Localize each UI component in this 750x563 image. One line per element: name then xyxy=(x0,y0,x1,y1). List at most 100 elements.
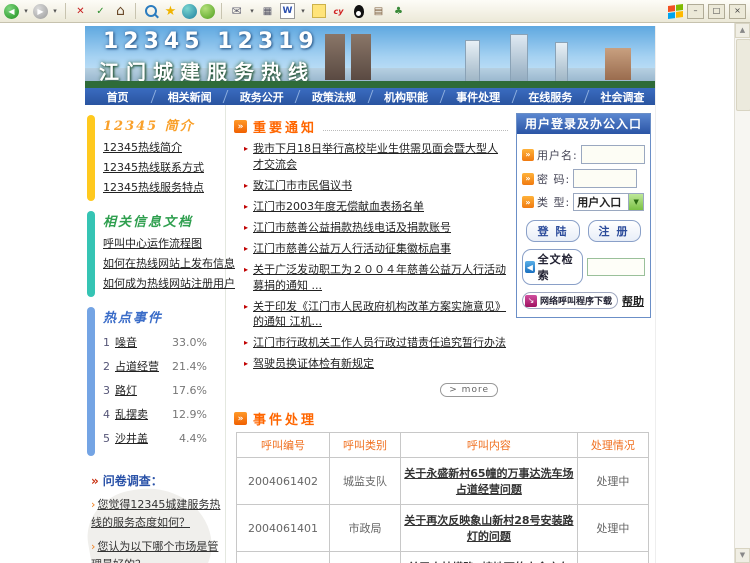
nav-item-policy[interactable]: 政策法规 xyxy=(301,88,366,105)
row-arrow-icon: » xyxy=(522,173,534,185)
scrollbar-thumb[interactable] xyxy=(736,39,750,111)
table-header-row: 呼叫编号 呼叫类别 呼叫内容 处理情况 xyxy=(237,433,649,458)
misc-plugin-icon[interactable]: ♣ xyxy=(390,3,407,20)
section-title: 热点事件 xyxy=(103,307,221,326)
survey-question-link[interactable]: ›您认为以下哪个市场是管理最好的？ xyxy=(91,538,221,563)
page-viewport: ▲ ▼ 12345 12319 江门城建服务热线 首页 相关新闻 xyxy=(0,23,750,563)
scroll-up-icon[interactable]: ▲ xyxy=(735,23,750,38)
notice-link[interactable]: 江门市慈善公益捐款热线电话及捐款账号 xyxy=(253,220,451,236)
favorites-icon[interactable]: ★ xyxy=(162,3,179,20)
fulltext-search-button[interactable]: ◀ 全文检索 xyxy=(522,249,583,285)
vertical-scrollbar[interactable]: ▲ ▼ xyxy=(734,23,750,563)
edit-dropdown-icon[interactable]: ▾ xyxy=(299,3,307,20)
stop-icon[interactable]: ✕ xyxy=(72,3,89,20)
type-label: 类 型: xyxy=(537,194,570,210)
back-icon[interactable]: ◀ xyxy=(4,4,19,19)
site-title: 江门城建服务热线 xyxy=(99,56,315,85)
nav-separator xyxy=(439,88,446,105)
notice-link[interactable]: 江门市行政机关工作人员行政过错责任追究暂行办法 xyxy=(253,335,506,351)
chevron-down-icon[interactable]: ▼ xyxy=(628,194,643,210)
nav-item-news[interactable]: 相关新闻 xyxy=(157,88,222,105)
sidebar-link-flowchart[interactable]: 呼叫中心运作流程图 xyxy=(103,235,221,251)
hotline-numbers: 12345 12319 xyxy=(103,29,319,54)
section-title: 12345 简介 xyxy=(103,115,221,134)
nav-item-home[interactable]: 首页 xyxy=(85,88,150,105)
browser-toolbar: ◀ ▾ ▶ ▾ ✕ ✓ ⌂ ★ ✉ ▾ ▦ W ▾ cy ▤ ♣ – □ × xyxy=(0,0,750,23)
history-icon[interactable] xyxy=(200,4,215,19)
sidebar-link-features[interactable]: 12345热线服务特点 xyxy=(103,179,221,195)
table-row: 2004061402 城监支队 关于永盛新村65幢的万事达洗车场占道经营问题 处… xyxy=(237,458,649,505)
survey-question-link[interactable]: ›您觉得12345城建服务热线的服务态度如何？ xyxy=(91,496,221,531)
mail-icon[interactable]: ✉ xyxy=(228,3,245,20)
minimize-button[interactable]: – xyxy=(687,4,704,19)
page-content: 12345 12319 江门城建服务热线 首页 相关新闻 政务公开 政策法规 机… xyxy=(85,26,656,563)
notice-link[interactable]: 驾驶员换证体检有新规定 xyxy=(253,356,374,372)
sidebar-link-publish[interactable]: 如何在热线网站上发布信息 xyxy=(103,255,221,271)
notice-link[interactable]: 关于印发《江门市人民政府机构改革方案实施意见》的通知 江机... xyxy=(253,299,508,331)
event-link[interactable]: 关于永盛新村65幢的万事达洗车场占道经营问题 xyxy=(404,467,573,496)
hot-event-link[interactable]: 占道经营 xyxy=(115,358,159,374)
sticky-note-icon[interactable] xyxy=(310,3,327,20)
fulltext-search-input[interactable] xyxy=(587,258,645,276)
call-type: 城监支队 xyxy=(330,552,401,563)
edit-word-icon[interactable]: W xyxy=(279,3,296,20)
notice-item: ▸江门市慈善公益万人行活动征集徽标启事 xyxy=(244,241,508,257)
nav-item-gov-open[interactable]: 政务公开 xyxy=(229,88,294,105)
events-table: 呼叫编号 呼叫类别 呼叫内容 处理情况 2004061402 城监支队 关于永盛… xyxy=(236,432,649,563)
notice-link[interactable]: 江门市2003年度无偿献血表扬名单 xyxy=(253,199,424,215)
notice-item: ▸ 关于印发《江门市人民政府机构改革方案实施意见》的通知 江机... xyxy=(244,299,508,331)
refresh-icon[interactable]: ✓ xyxy=(92,3,109,20)
user-type-select[interactable]: 用户入口 ▼ xyxy=(573,193,644,211)
sidebar-link-contact[interactable]: 12345热线联系方式 xyxy=(103,159,221,175)
sidebar-link-register[interactable]: 如何成为热线网站注册用户 xyxy=(103,275,221,291)
notice-link[interactable]: 江门市慈善公益万人行活动征集徽标启事 xyxy=(253,241,451,257)
media-icon[interactable] xyxy=(182,4,197,19)
qq-icon[interactable] xyxy=(350,3,367,20)
hot-event-link[interactable]: 噪音 xyxy=(115,334,137,350)
col-call-id: 呼叫编号 xyxy=(237,433,330,458)
cy-plugin-icon[interactable]: cy xyxy=(330,3,347,20)
event-link[interactable]: 关于再次反映象山新村28号安装路灯的问题 xyxy=(404,514,573,543)
password-input[interactable] xyxy=(573,169,637,188)
notice-item: ▸江门市行政机关工作人员行政过错责任追究暂行办法 xyxy=(244,335,508,351)
notebook-icon[interactable]: ▤ xyxy=(370,3,387,20)
login-button[interactable]: 登 陆 xyxy=(526,220,579,242)
events-title: 事件处理 xyxy=(253,409,317,428)
call-id: 2004061402 xyxy=(237,458,330,505)
nav-item-functions[interactable]: 机构职能 xyxy=(374,88,439,105)
notices-more-button[interactable]: > more xyxy=(440,383,498,397)
register-button[interactable]: 注 册 xyxy=(588,220,641,242)
notice-link[interactable]: 我市下月18日举行高校毕业生供需见面会暨大型人才交流会 xyxy=(253,141,508,173)
nav-item-events[interactable]: 事件处理 xyxy=(446,88,511,105)
hot-event-link[interactable]: 乱摆卖 xyxy=(115,406,148,422)
search-icon[interactable] xyxy=(142,3,159,20)
hot-event-link[interactable]: 路灯 xyxy=(115,382,137,398)
hot-event-row: 3 路灯 17.6% xyxy=(103,382,221,398)
username-input[interactable] xyxy=(581,145,645,164)
hot-event-link[interactable]: 沙井盖 xyxy=(115,430,148,446)
forward-dropdown-icon[interactable]: ▾ xyxy=(51,3,59,20)
nav-separator xyxy=(367,88,374,105)
print-icon[interactable]: ▦ xyxy=(259,3,276,20)
nav-item-survey[interactable]: 社会调查 xyxy=(590,88,655,105)
back-dropdown-icon[interactable]: ▾ xyxy=(22,3,30,20)
restore-button[interactable]: □ xyxy=(708,4,725,19)
scroll-down-icon[interactable]: ▼ xyxy=(735,548,750,563)
notice-link[interactable]: 关于广泛发动职工为２００４年慈善公益万人行活动募捐的通知 ... xyxy=(253,262,508,294)
main-navigation: 首页 相关新闻 政务公开 政策法规 机构职能 事件处理 在线服务 社会调查 xyxy=(85,88,655,105)
mail-dropdown-icon[interactable]: ▾ xyxy=(248,3,256,20)
percentage: 12.9% xyxy=(172,408,221,421)
help-link[interactable]: 帮助 xyxy=(622,293,644,309)
bullet-icon: ▸ xyxy=(244,301,248,313)
nav-item-online-service[interactable]: 在线服务 xyxy=(518,88,583,105)
notice-link[interactable]: 致江门市市民倡议书 xyxy=(253,178,352,194)
hot-event-row: 4 乱摆卖 12.9% xyxy=(103,406,221,422)
status: 处理中 xyxy=(577,458,648,505)
col-call-type: 呼叫类别 xyxy=(330,433,401,458)
browser-window: ◀ ▾ ▶ ▾ ✕ ✓ ⌂ ★ ✉ ▾ ▦ W ▾ cy ▤ ♣ – □ × xyxy=(0,0,750,563)
close-button[interactable]: × xyxy=(729,4,746,19)
call-program-download-button[interactable]: ↘ 网络呼叫程序下载 xyxy=(522,292,618,309)
home-icon[interactable]: ⌂ xyxy=(112,3,129,20)
sidebar-link-intro[interactable]: 12345热线简介 xyxy=(103,139,221,155)
forward-icon[interactable]: ▶ xyxy=(33,4,48,19)
